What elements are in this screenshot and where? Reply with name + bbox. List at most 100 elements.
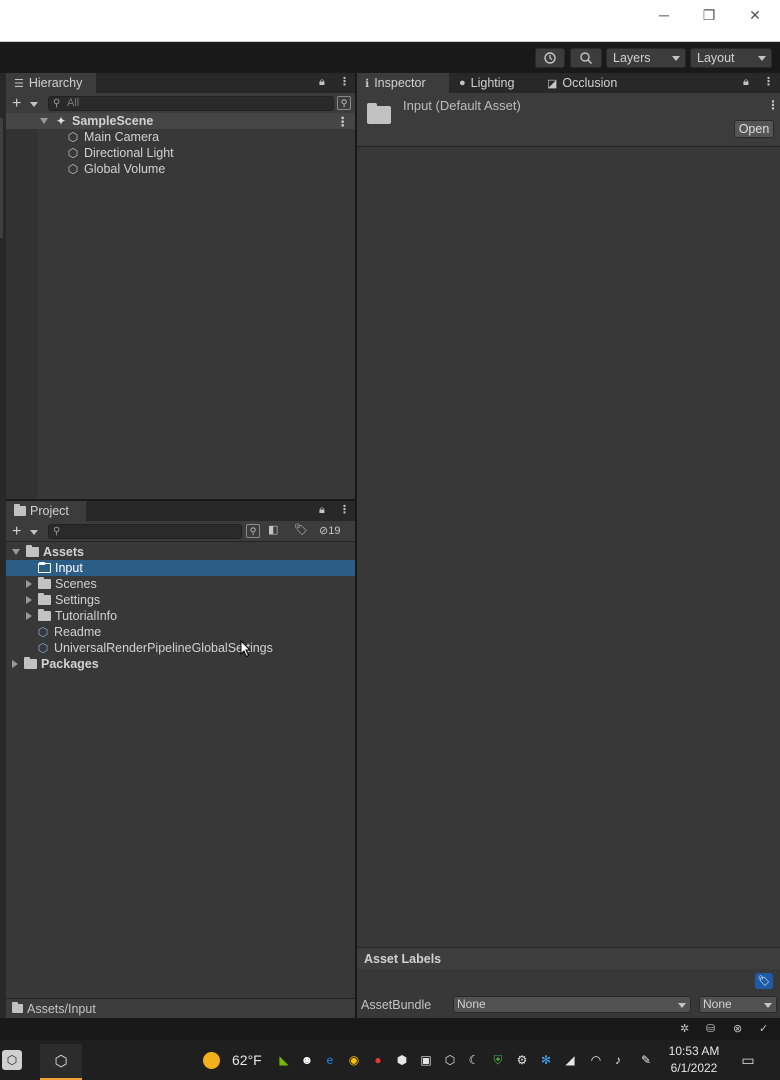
gameobject-cube-icon: ⬡ [67,130,79,144]
expand-arrow-icon[interactable] [12,549,20,555]
assetbundle-variant-dropdown[interactable]: None [699,996,777,1013]
tree-item-assets[interactable]: Assets [6,544,355,560]
label-tag-icon[interactable]: 🏷︎ [755,973,773,989]
tab-lighting[interactable]: ● Lighting [451,73,535,93]
app-tray-icon[interactable]: ☾ [466,1052,482,1068]
tree-item-packages[interactable]: Packages [6,656,355,672]
lightbulb-icon: ● [459,77,466,89]
search-by-type-icon[interactable]: ⚲ [246,524,260,538]
tree-item-tutorialinfo[interactable]: TutorialInfo [6,608,355,624]
chevron-down-icon[interactable] [30,530,38,535]
scriptable-object-icon: ⬡ [37,625,49,639]
expand-arrow-icon[interactable] [40,118,48,124]
steam-icon[interactable]: ⚙ [514,1052,530,1068]
edge-icon[interactable]: e [322,1052,338,1068]
lock-icon[interactable]: 🔒︎ [319,76,325,89]
pen-icon[interactable]: ✎ [638,1052,654,1068]
wifi-icon[interactable]: ◠ [588,1052,604,1068]
unity-icon: ⬡ [54,1053,68,1070]
scene-more-icon[interactable]: ⋮ [337,114,350,129]
volume-icon[interactable]: ♪ [610,1052,626,1068]
scene-row[interactable]: ✦ SampleScene ⋮ [6,113,355,129]
history-button[interactable] [535,48,565,68]
tab-occlusion[interactable]: ◪ Occlusion [539,73,631,93]
tree-item-urp-global-settings[interactable]: ⬡ UniversalRenderPipelineGlobalSettings [6,640,355,656]
tree-item-label: Input [55,561,83,575]
meet-now-icon[interactable]: ▣ [418,1052,434,1068]
list-icon: ☰ [14,77,24,90]
debug-icon[interactable]: ✲ [680,1022,689,1035]
expand-arrow-icon[interactable] [26,612,32,620]
filter-by-type-icon[interactable]: ◧ [268,523,278,536]
add-object-button[interactable]: + [12,95,21,113]
auto-generate-lighting-icon[interactable]: ⊗ [733,1022,742,1035]
more-options-icon[interactable]: ⋮ [763,75,774,88]
hierarchy-item-main-camera[interactable]: ⬡ Main Camera [6,129,355,145]
layout-dropdown[interactable]: Layout [690,48,772,68]
chevron-down-icon[interactable] [30,102,38,107]
search-button[interactable] [570,48,602,68]
security-icon[interactable]: ⛨ [490,1052,506,1068]
lock-icon[interactable]: 🔒︎ [743,76,749,89]
close-button[interactable]: ✕ [732,0,778,30]
project-search-input[interactable]: ⚲ [48,524,242,539]
unity-editor-taskbar-button[interactable]: ⬡ [40,1044,82,1078]
tree-item-readme[interactable]: ⬡ Readme [6,624,355,640]
pen-app-icon[interactable]: ◢ [562,1052,578,1068]
filter-by-label-icon[interactable]: 🏷︎ [294,523,308,536]
cache-server-icon[interactable]: ⛁ [706,1022,715,1035]
clock[interactable]: 10:53 AM 6/1/2022 [664,1043,724,1077]
search-by-type-icon[interactable]: ⚲ [337,96,351,110]
inspector-panel: ℹ Inspector ● Lighting ◪ Occlusion 🔒︎ ⋮ … [357,73,780,1018]
asset-more-icon[interactable]: ⋮ [767,98,779,112]
restore-button[interactable]: ❐ [686,0,732,30]
tree-item-scenes[interactable]: Scenes [6,576,355,592]
hierarchy-search-input[interactable]: ⚲ All [48,96,334,111]
layout-label: Layout [697,51,735,65]
layers-dropdown[interactable]: Layers [606,48,686,68]
record-icon[interactable]: ● [370,1052,386,1068]
folder-large-icon-tab [367,103,377,107]
sun-icon[interactable] [203,1052,220,1069]
more-options-icon[interactable]: ⋮ [339,75,350,88]
minimize-button[interactable]: ─ [641,0,687,30]
project-toolbar: + ⚲ ⚲ ◧ 🏷︎ ⊘19 [6,521,355,542]
hidden-packages-toggle[interactable]: ⊘19 [319,524,340,537]
tree-item-settings[interactable]: Settings [6,592,355,608]
expand-arrow-icon[interactable] [26,580,32,588]
assetbundle-value: None [457,997,486,1011]
hierarchy-item-directional-light[interactable]: ⬡ Directional Light [6,145,355,161]
shield-icon[interactable]: ⬢ [394,1052,410,1068]
unity-hub-icon[interactable]: ⬡ [2,1050,22,1070]
unity-tray-icon[interactable]: ⬡ [442,1052,458,1068]
search-icon: ⚲ [53,98,61,109]
chrome-icon[interactable]: ◉ [346,1052,362,1068]
asset-labels-header[interactable]: Asset Labels [357,947,780,969]
expand-arrow-icon[interactable] [26,596,32,604]
discord-icon[interactable]: ☻ [299,1052,315,1068]
open-button[interactable]: Open [734,120,774,138]
variant-value: None [703,997,732,1011]
progress-check-icon[interactable]: ✓ [759,1022,768,1035]
expand-arrow-icon[interactable] [12,660,18,668]
notifications-icon[interactable]: ▭ [738,1052,758,1068]
tree-item-input[interactable]: Input [6,560,355,576]
weather-temperature[interactable]: 62°F [232,1052,262,1068]
project-panel: Project 🔒︎ ⋮ + ⚲ ⚲ ◧ 🏷︎ ⊘19 Assets Input… [6,501,355,1018]
tab-inspector[interactable]: ℹ Inspector [357,73,449,93]
gameobject-cube-icon: ⬡ [67,146,79,160]
settings-gear-icon[interactable]: ✻ [538,1052,554,1068]
more-options-icon[interactable]: ⋮ [339,503,350,516]
close-icon: ✕ [749,6,761,23]
lock-icon[interactable]: 🔒︎ [319,504,325,517]
folder-icon [12,1002,23,1013]
chevron-down-icon [672,56,680,61]
tab-project[interactable]: Project [6,501,86,521]
asset-title: Input (Default Asset) [403,98,521,113]
hierarchy-item-global-volume[interactable]: ⬡ Global Volume [6,161,355,177]
tab-hierarchy[interactable]: ☰ Hierarchy [6,73,96,93]
tree-item-label: Readme [54,625,102,639]
nvidia-icon[interactable]: ◣ [276,1052,292,1068]
assetbundle-dropdown[interactable]: None [453,996,691,1013]
create-asset-button[interactable]: + [12,523,21,541]
